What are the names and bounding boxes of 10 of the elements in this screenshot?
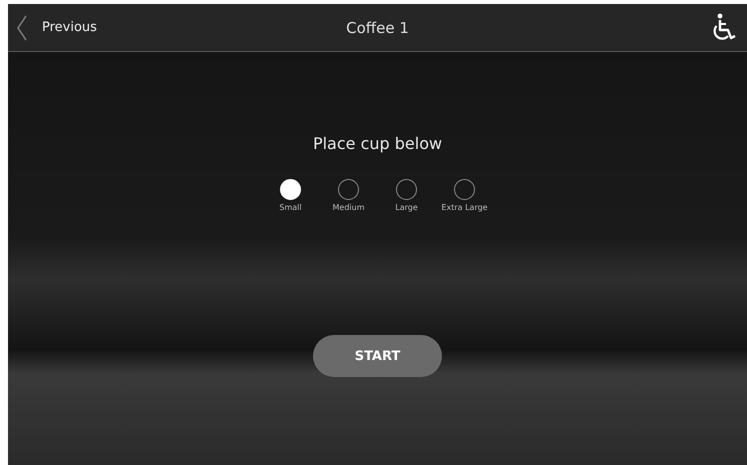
start-button[interactable]: START: [313, 335, 442, 377]
screen-title: Coffee 1: [346, 18, 409, 36]
cup-size-option[interactable]: Small: [268, 179, 312, 212]
back-chevron-icon: [16, 14, 28, 40]
cup-size-option[interactable]: Extra Large: [442, 179, 486, 212]
wheelchair-icon[interactable]: [711, 12, 737, 42]
prompt-text: Place cup below: [312, 134, 442, 153]
previous-button[interactable]: Previous: [16, 14, 97, 40]
cup-size-option[interactable]: Large: [384, 179, 428, 212]
cup-size-option[interactable]: Medium: [326, 179, 370, 212]
